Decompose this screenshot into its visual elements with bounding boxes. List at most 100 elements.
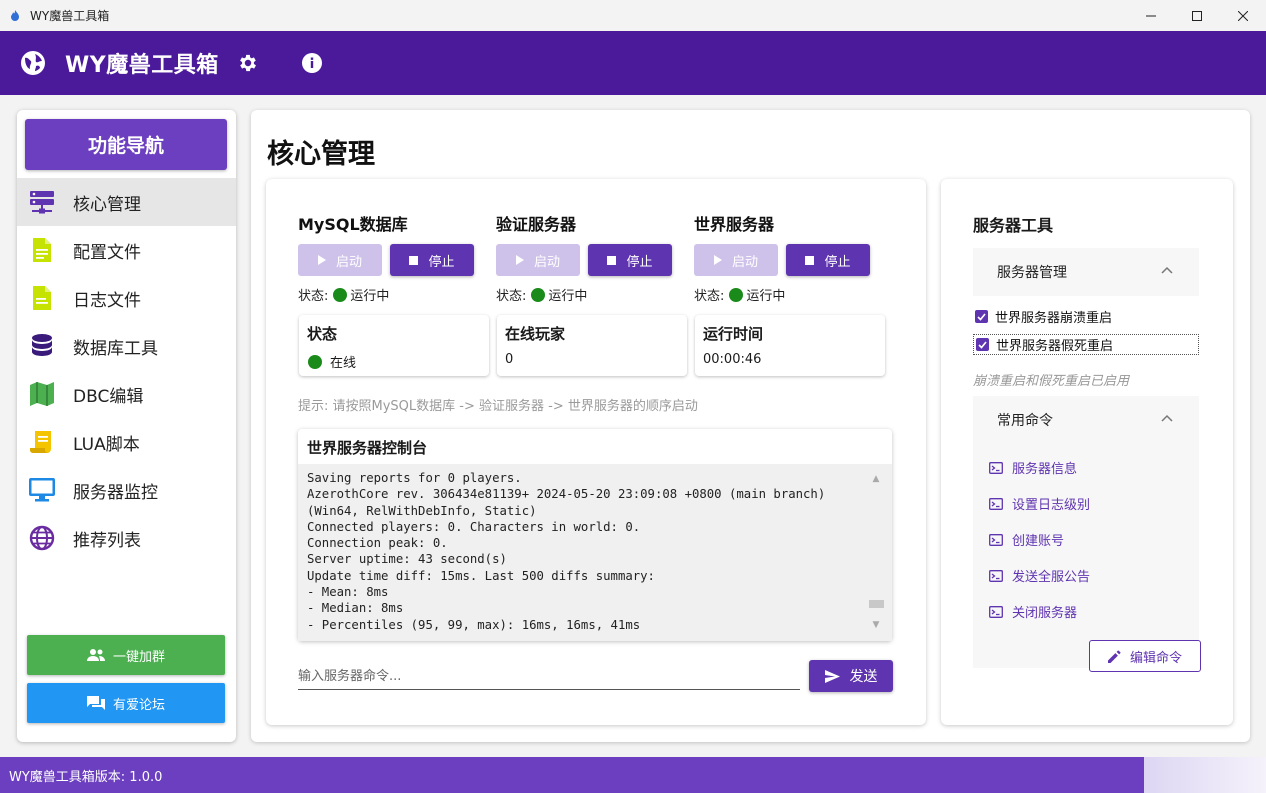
close-icon xyxy=(1238,10,1248,21)
monitor-icon xyxy=(27,475,57,505)
footer-gradient xyxy=(1144,757,1266,793)
command-input[interactable]: 输入服务器命令... xyxy=(298,662,800,690)
command-shutdown-server[interactable]: 关闭服务器 xyxy=(989,602,1077,621)
main-panel: 核心管理 MySQL数据库 启动 停止 状态: 运行中 验证服务器 启动 停止 … xyxy=(251,110,1250,742)
send-button[interactable]: 发送 xyxy=(809,660,893,692)
info-icon[interactable] xyxy=(301,52,323,74)
forum-label: 有爱论坛 xyxy=(112,697,165,713)
app-flame-icon xyxy=(11,9,19,21)
service-title: MySQL数据库 xyxy=(298,215,408,234)
status-footer: WY魔兽工具箱版本: 1.0.0 xyxy=(0,757,1266,793)
command-broadcast[interactable]: 发送全服公告 xyxy=(989,566,1090,585)
freeze-restart-checkbox[interactable]: 世界服务器假死重启 xyxy=(973,334,1199,355)
service-status: 状态: 运行中 xyxy=(496,287,588,304)
nav-list: 核心管理 配置文件 日志文件 数据库工具 DBC编辑 LUA脚本 服务器监控 推… xyxy=(17,178,236,562)
stat-card-uptime: 运行时间 00:00:46 xyxy=(695,315,885,376)
sidebar-item-config-files[interactable]: 配置文件 xyxy=(17,226,236,274)
service-mysql: MySQL数据库 启动 停止 状态: 运行中 xyxy=(298,211,478,304)
status-dot xyxy=(729,287,744,302)
version-label: WY魔兽工具箱版本: 1.0.0 xyxy=(9,769,163,785)
edit-commands-button[interactable]: 编辑命令 xyxy=(1089,640,1201,672)
sidebar-item-lua-script[interactable]: LUA脚本 xyxy=(17,418,236,466)
checkbox-checked-icon xyxy=(975,310,988,323)
console-scrollbar[interactable]: ▲ ▼ xyxy=(868,472,884,632)
join-group-button[interactable]: 一键加群 xyxy=(27,635,225,675)
maximize-button[interactable] xyxy=(1174,0,1220,31)
gear-icon[interactable] xyxy=(237,52,259,74)
stat-card-status: 状态 在线 xyxy=(299,315,489,376)
stop-icon xyxy=(409,255,419,265)
forum-icon xyxy=(86,696,105,710)
globe-icon xyxy=(21,51,45,75)
world-stop-button[interactable]: 停止 xyxy=(786,244,870,276)
play-icon xyxy=(317,255,326,265)
chevron-up-icon[interactable] xyxy=(1161,414,1173,422)
world-console: 世界服务器控制台 Saving reports for 0 players. A… xyxy=(298,429,892,641)
group-icon xyxy=(86,649,105,661)
restart-hint: 崩溃重启和假死重启已启用 xyxy=(973,374,1130,389)
auth-stop-button[interactable]: 停止 xyxy=(588,244,672,276)
service-title: 世界服务器 xyxy=(694,215,775,234)
send-icon xyxy=(824,669,840,683)
join-group-label: 一键加群 xyxy=(112,649,165,665)
app-header: WY魔兽工具箱 xyxy=(0,31,1266,95)
map-icon xyxy=(27,379,57,409)
maximize-icon xyxy=(1192,10,1202,21)
close-window-button[interactable] xyxy=(1220,0,1266,31)
database-icon xyxy=(27,331,57,361)
sidebar-item-label: 核心管理 xyxy=(73,194,141,215)
sidebar-item-dbc-editor[interactable]: DBC编辑 xyxy=(17,370,236,418)
terminal-icon xyxy=(989,533,1003,546)
nav-header: 功能导航 xyxy=(25,119,227,170)
sidebar-item-log-files[interactable]: 日志文件 xyxy=(17,274,236,322)
server-tools-card: 服务器工具 服务器管理 世界服务器崩溃重启 世界服务器假死重启 崩溃重启和假死重… xyxy=(941,179,1233,725)
window-titlebar: WY魔兽工具箱 xyxy=(0,0,1266,31)
server-mgmt-header[interactable]: 服务器管理 xyxy=(973,248,1199,296)
sidebar-item-server-monitor[interactable]: 服务器监控 xyxy=(17,466,236,514)
common-commands-header[interactable]: 常用命令 xyxy=(973,396,1199,444)
command-create-account[interactable]: 创建账号 xyxy=(989,530,1064,549)
console-output[interactable]: Saving reports for 0 players. AzerothCor… xyxy=(298,464,892,641)
server-icon xyxy=(27,187,57,217)
service-world: 世界服务器 启动 停止 状态: 运行中 xyxy=(694,211,874,304)
command-server-info[interactable]: 服务器信息 xyxy=(989,458,1077,477)
service-status: 状态: 运行中 xyxy=(298,287,390,304)
mysql-stop-button[interactable]: 停止 xyxy=(390,244,474,276)
service-status: 状态: 运行中 xyxy=(694,287,786,304)
scroll-thumb[interactable] xyxy=(869,600,884,608)
scroll-down-icon[interactable]: ▼ xyxy=(868,618,884,632)
startup-hint: 提示: 请按照MySQL数据库 -> 验证服务器 -> 世界服务器的顺序启动 xyxy=(298,399,698,414)
checkbox-checked-icon xyxy=(976,338,989,351)
world-start-button[interactable]: 启动 xyxy=(694,244,778,276)
common-commands-expander[interactable]: 常用命令 服务器信息 设置日志级别 创建账号 发送全服公告 关闭服务器 xyxy=(973,396,1199,668)
stop-icon xyxy=(607,255,617,265)
app-title: WY魔兽工具箱 xyxy=(65,53,219,78)
minimize-button[interactable] xyxy=(1128,0,1174,31)
console-title: 世界服务器控制台 xyxy=(307,439,428,457)
sidebar-item-label: 配置文件 xyxy=(73,242,141,263)
tools-title: 服务器工具 xyxy=(973,216,1054,235)
window-title: WY魔兽工具箱 xyxy=(30,9,110,23)
scroll-up-icon[interactable]: ▲ xyxy=(868,472,884,486)
mysql-start-button[interactable]: 启动 xyxy=(298,244,382,276)
chevron-up-icon[interactable] xyxy=(1161,266,1173,274)
minimize-icon xyxy=(1146,15,1156,16)
sidebar-item-database-tools[interactable]: 数据库工具 xyxy=(17,322,236,370)
terminal-icon xyxy=(989,569,1003,582)
command-set-log-level[interactable]: 设置日志级别 xyxy=(989,494,1090,513)
globe-icon xyxy=(27,523,57,553)
auth-start-button[interactable]: 启动 xyxy=(496,244,580,276)
sidebar-item-recommend-list[interactable]: 推荐列表 xyxy=(17,514,236,562)
sidebar-item-label: 日志文件 xyxy=(73,290,141,311)
forum-button[interactable]: 有爱论坛 xyxy=(27,683,225,723)
service-auth: 验证服务器 启动 停止 状态: 运行中 xyxy=(496,211,676,304)
stat-card-online-players: 在线玩家 0 xyxy=(497,315,687,376)
play-icon xyxy=(515,255,524,265)
crash-restart-checkbox[interactable]: 世界服务器崩溃重启 xyxy=(975,307,1112,326)
script-icon xyxy=(27,427,57,457)
sidebar-item-core-management[interactable]: 核心管理 xyxy=(17,178,236,226)
server-mgmt-expander[interactable]: 服务器管理 xyxy=(973,248,1199,296)
sidebar: 功能导航 核心管理 配置文件 日志文件 数据库工具 DBC编辑 LUA脚本 服务… xyxy=(17,110,236,742)
page-title: 核心管理 xyxy=(267,139,375,170)
status-dot xyxy=(531,287,546,302)
